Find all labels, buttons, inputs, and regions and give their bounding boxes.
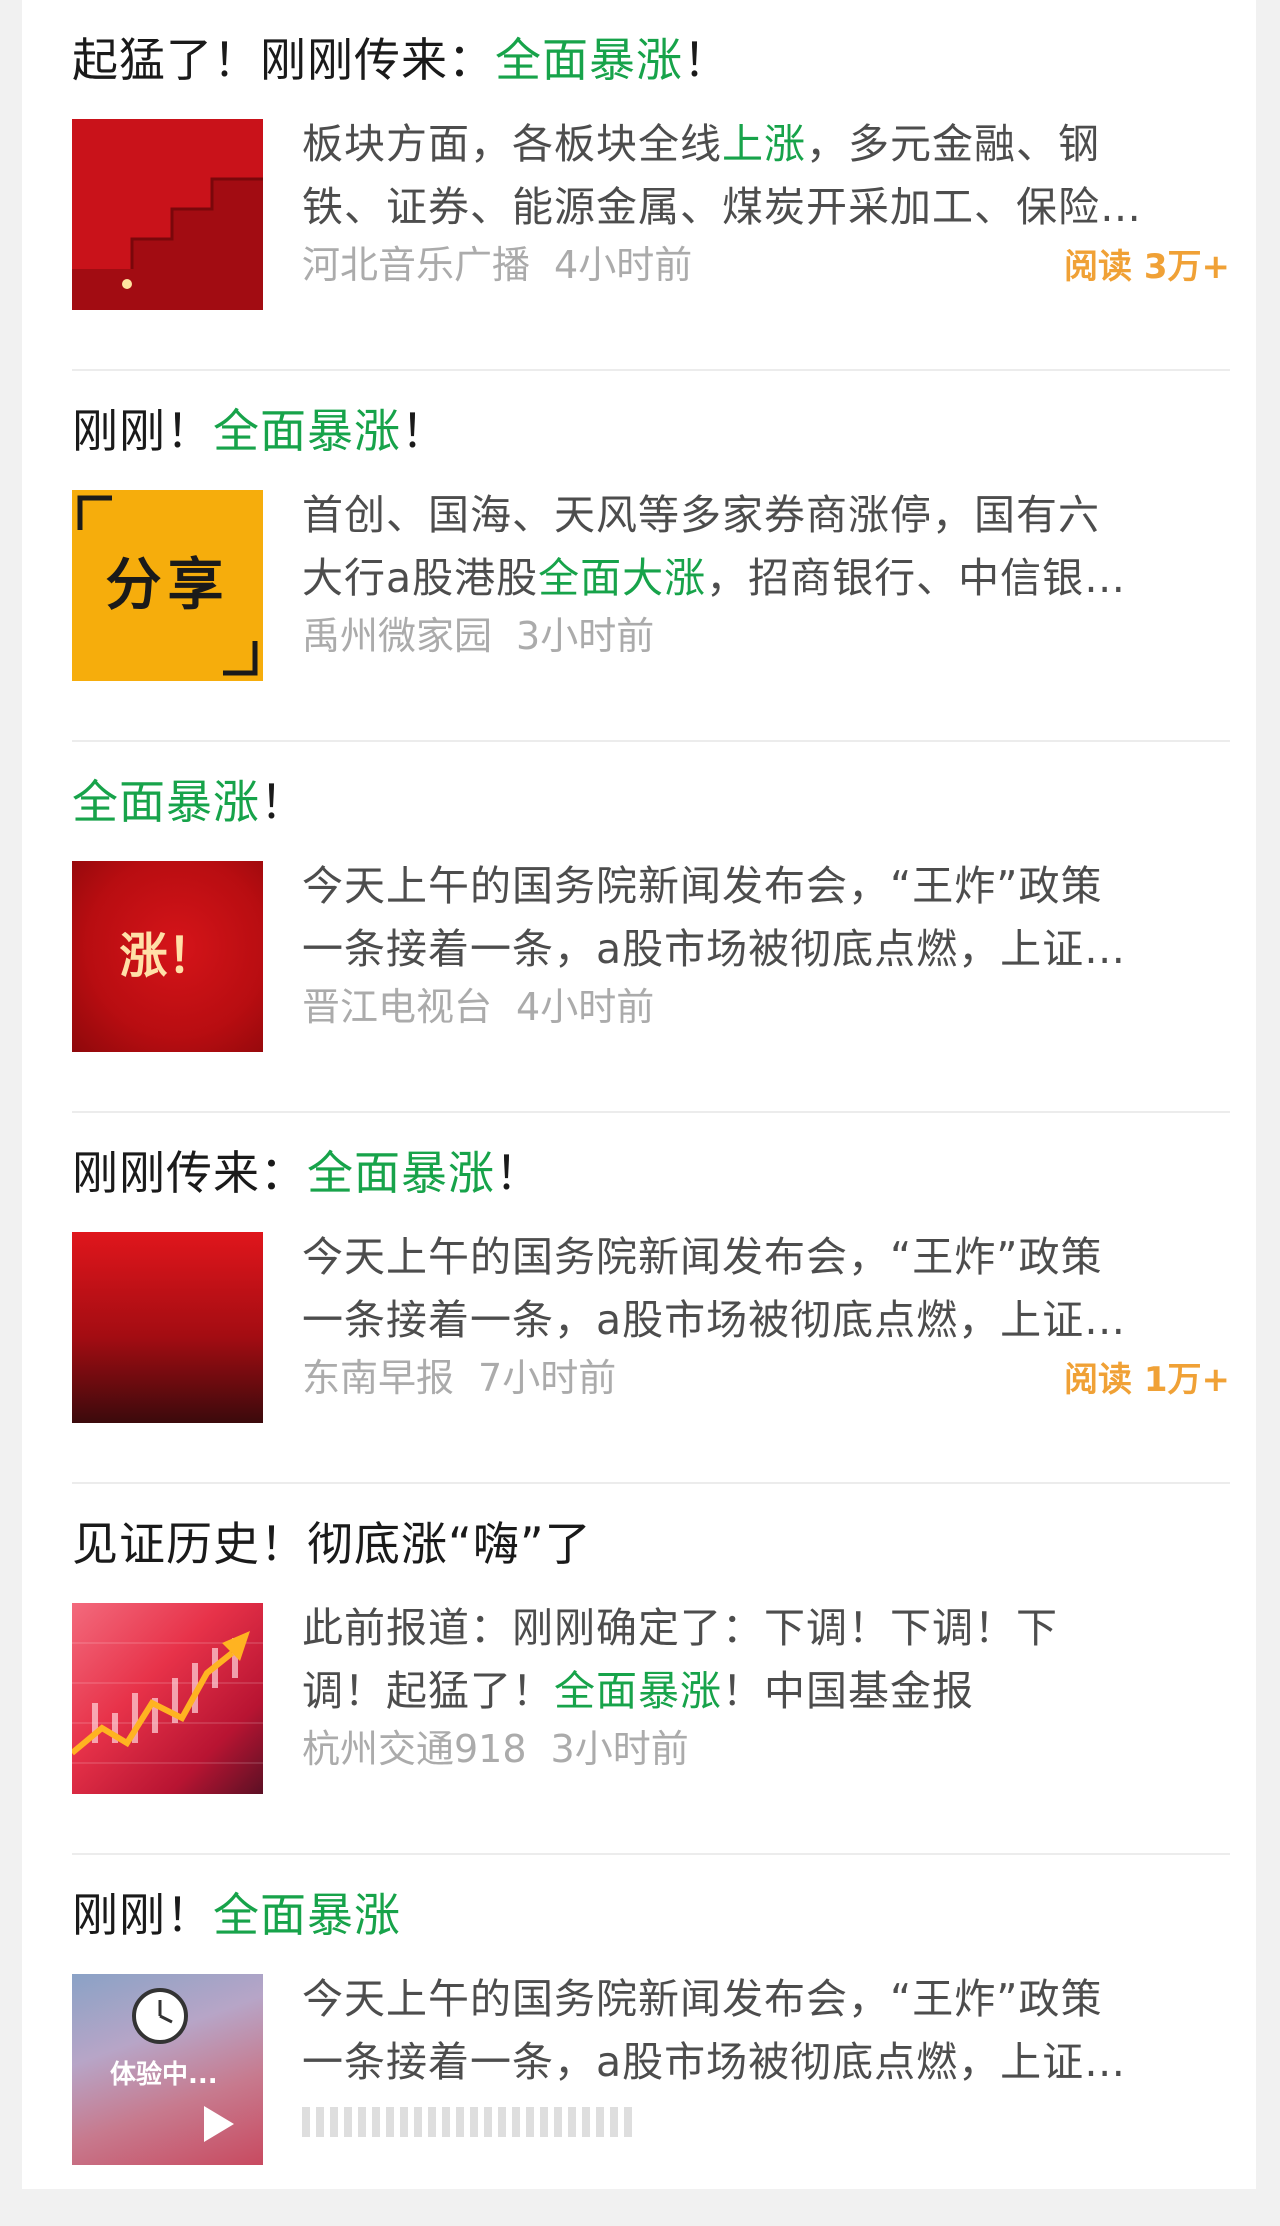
article-item[interactable]: 见证历史！彻底涨“嗨”了 此前报道：刚刚确定了：下调！下调！下 调！起猛了！全面…: [72, 1484, 1230, 1855]
title-highlight: 全面暴涨: [307, 1146, 495, 1200]
title-text: 刚刚！: [72, 404, 213, 458]
summary-highlight: 全面暴涨: [554, 1667, 722, 1715]
title-highlight: 全面暴涨: [72, 775, 260, 829]
article-title[interactable]: 刚刚！全面暴涨！: [72, 401, 448, 461]
article-meta: 禹州微家园 3小时前: [302, 611, 654, 661]
article-time: 7小时前: [478, 1356, 617, 1400]
summary-text: 今天上午的国务院新闻发布会，“王炸”政策: [302, 862, 1103, 910]
article-title[interactable]: 全面暴涨！: [72, 772, 307, 832]
article-item[interactable]: 刚刚！全面暴涨！ 分享 首创、国海、天风等多家券商涨停，国有六 大行a股港股全面…: [72, 371, 1230, 742]
summary-text: 一条接着一条，a股市场被彻底点燃，上证…: [302, 2038, 1127, 2086]
title-text-end: ！: [495, 1146, 542, 1200]
title-text: 起猛了！刚刚传来：: [72, 33, 495, 87]
article-time: 3小时前: [516, 614, 655, 658]
article-meta: 杭州交通918 3小时前: [302, 1724, 689, 1774]
article-source[interactable]: 晋江电视台: [302, 985, 492, 1029]
article-summary: 今天上午的国务院新闻发布会，“王炸”政策 一条接着一条，a股市场被彻底点燃，上证…: [302, 1226, 1232, 1352]
article-summary: 首创、国海、天风等多家券商涨停，国有六 大行a股港股全面大涨，招商银行、中信银…: [302, 484, 1232, 610]
article-title[interactable]: 起猛了！刚刚传来：全面暴涨！: [72, 30, 730, 90]
title-text: 刚刚！: [72, 1888, 213, 1942]
summary-text: ，多元金融、钢: [806, 120, 1100, 168]
summary-text: 大行a股港股: [302, 554, 539, 602]
summary-text: 一条接着一条，a股市场被彻底点燃，上证…: [302, 1296, 1127, 1344]
article-time: 3小时前: [550, 1727, 689, 1771]
summary-highlight: 全面大涨: [538, 554, 707, 602]
article-item[interactable]: 刚刚！全面暴涨 体验中... 今天上午的国务院新闻发布会，“王炸”政策 一条接着…: [72, 1855, 1230, 2226]
summary-text: 此前报道：刚刚确定了：下调！下调！下: [302, 1604, 1058, 1652]
article-summary: 今天上午的国务院新闻发布会，“王炸”政策 一条接着一条，a股市场被彻底点燃，上证…: [302, 1968, 1232, 2094]
article-title[interactable]: 刚刚！全面暴涨: [72, 1885, 401, 1945]
video-overlay-label: 体验中...: [110, 2060, 218, 2090]
summary-highlight: 上涨: [722, 120, 806, 168]
title-text: 刚刚传来：: [72, 1146, 307, 1200]
title-highlight: 全面暴涨: [213, 1888, 401, 1942]
summary-text: ，招商银行、中信银…: [706, 554, 1127, 602]
title-highlight: 全面暴涨: [495, 33, 683, 87]
summary-text: 一条接着一条，a股市场被彻底点燃，上证…: [302, 925, 1127, 973]
title-highlight: 全面暴涨: [213, 404, 401, 458]
play-icon: [204, 2106, 234, 2142]
title-text-end: ！: [683, 33, 730, 87]
rise-image[interactable]: 涨！: [72, 861, 263, 1052]
stock-chart-image[interactable]: [72, 1603, 263, 1794]
article-item[interactable]: 刚刚传来：全面暴涨！ 今天上午的国务院新闻发布会，“王炸”政策 一条接着一条，a…: [72, 1113, 1230, 1484]
article-title[interactable]: 刚刚传来：全面暴涨！: [72, 1143, 542, 1203]
article-source[interactable]: 杭州交通918: [302, 1727, 527, 1771]
red-gradient-image[interactable]: [72, 1232, 263, 1423]
title-text-end: ！: [260, 775, 307, 829]
meta-placeholder: [302, 2107, 632, 2137]
clock-icon: [132, 1988, 188, 2044]
article-summary: 今天上午的国务院新闻发布会，“王炸”政策 一条接着一条，a股市场被彻底点燃，上证…: [302, 855, 1232, 981]
article-list: 起猛了！刚刚传来：全面暴涨！ 板块方面，各板块全线上涨，多元金融、钢 铁、证券、…: [22, 0, 1256, 2189]
article-source[interactable]: 东南早报: [302, 1356, 454, 1400]
video-thumbnail[interactable]: 体验中...: [72, 1974, 263, 2165]
article-summary: 此前报道：刚刚确定了：下调！下调！下 调！起猛了！全面暴涨！中国基金报: [302, 1597, 1232, 1723]
share-image[interactable]: 分享: [72, 490, 263, 681]
summary-text: ！中国基金报: [722, 1667, 974, 1715]
rise-label: 涨！: [119, 928, 216, 984]
article-time: 4小时前: [554, 243, 693, 287]
article-item[interactable]: 全面暴涨！ 涨！ 今天上午的国务院新闻发布会，“王炸”政策 一条接着一条，a股市…: [72, 742, 1230, 1113]
article-meta: 河北音乐广播 4小时前: [302, 240, 692, 290]
article-item[interactable]: 起猛了！刚刚传来：全面暴涨！ 板块方面，各板块全线上涨，多元金融、钢 铁、证券、…: [72, 0, 1230, 371]
summary-text: 首创、国海、天风等多家券商涨停，国有六: [302, 491, 1100, 539]
read-count: 阅读 1万+: [1064, 1360, 1230, 1400]
article-summary: 板块方面，各板块全线上涨，多元金融、钢 铁、证券、能源金属、煤炭开采加工、保险…: [302, 113, 1232, 239]
title-text-end: ！: [401, 404, 448, 458]
summary-text: 板块方面，各板块全线: [302, 120, 722, 168]
share-label: 分享: [105, 553, 230, 618]
read-count: 阅读 3万+: [1064, 247, 1230, 287]
article-meta: 东南早报 7小时前: [302, 1353, 616, 1403]
article-meta: 晋江电视台 4小时前: [302, 982, 654, 1032]
article-source[interactable]: 河北音乐广播: [302, 243, 530, 287]
article-source[interactable]: 禹州微家园: [302, 614, 492, 658]
title-text: 见证历史！彻底涨“嗨”了: [72, 1517, 592, 1571]
summary-text: 铁、证券、能源金属、煤炭开采加工、保险…: [302, 183, 1142, 231]
summary-text: 今天上午的国务院新闻发布会，“王炸”政策: [302, 1975, 1103, 2023]
summary-text: 调！起猛了！: [302, 1667, 554, 1715]
article-title[interactable]: 见证历史！彻底涨“嗨”了: [72, 1514, 592, 1574]
red-stairs-image[interactable]: [72, 119, 263, 310]
article-time: 4小时前: [516, 985, 655, 1029]
summary-text: 今天上午的国务院新闻发布会，“王炸”政策: [302, 1233, 1103, 1281]
